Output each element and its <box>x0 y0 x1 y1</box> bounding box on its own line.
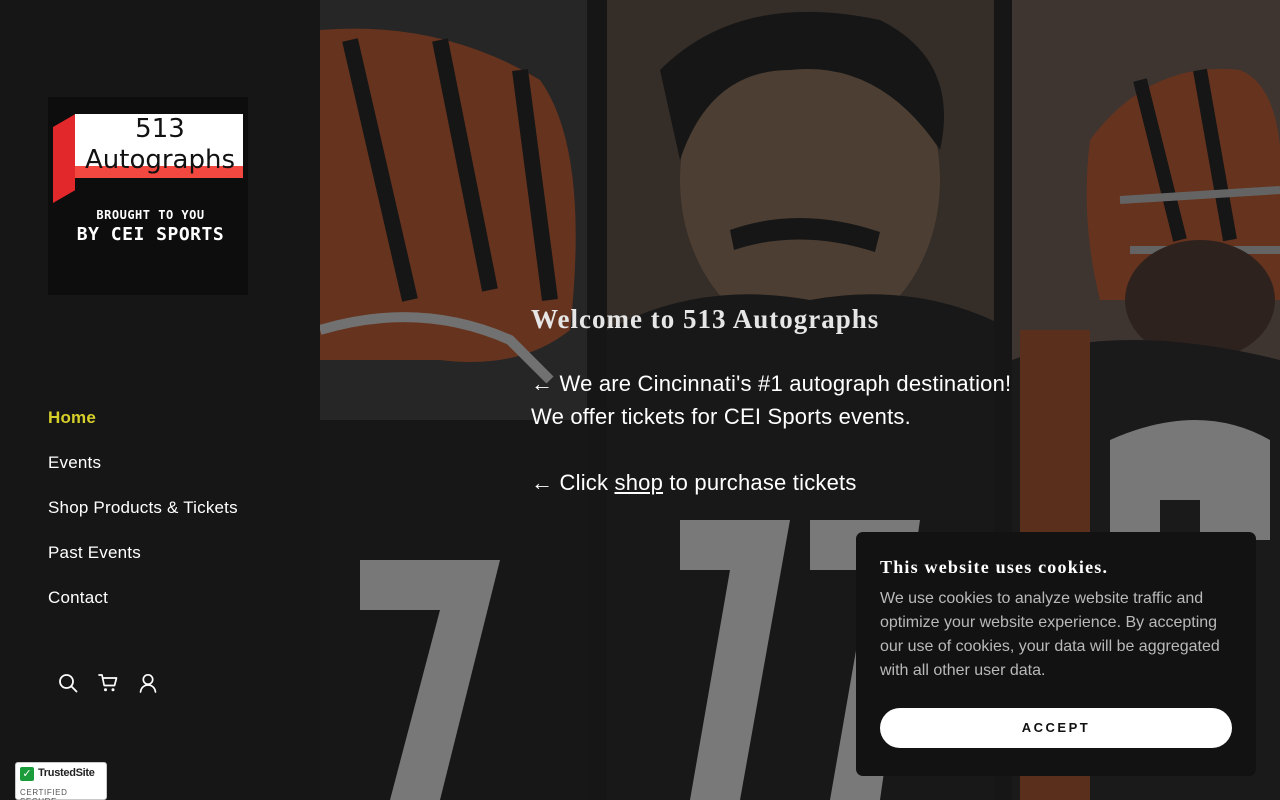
account-icon[interactable] <box>138 673 158 693</box>
logo-tagline: BROUGHT TO YOU BY CEI SPORTS <box>48 207 253 247</box>
main-nav: Home Events Shop Products & Tickets Past… <box>48 405 238 630</box>
hero-line-3-prefix: ← Click <box>531 470 615 495</box>
nav-item-contact[interactable]: Contact <box>48 585 238 630</box>
cookie-title: This website uses cookies. <box>880 557 1109 577</box>
hero-line-3-suffix: to purchase tickets <box>663 470 857 495</box>
logo-line-2: Autographs <box>84 145 236 175</box>
nav-item-home[interactable]: Home <box>48 405 238 450</box>
nav-item-events[interactable]: Events <box>48 450 238 495</box>
trustedsite-badge[interactable]: ✓ TrustedSite CERTIFIED SECURE <box>15 762 107 800</box>
badge-subtitle: CERTIFIED SECURE <box>20 788 68 800</box>
nav-item-past-events[interactable]: Past Events <box>48 540 238 585</box>
sidebar: 513 Autographs BROUGHT TO YOU BY CEI SPO… <box>0 0 320 800</box>
hero-line-2: We offer tickets for CEI Sports events. <box>531 404 911 429</box>
cookie-banner: This website uses cookies. We use cookie… <box>856 532 1256 776</box>
badge-title: TrustedSite <box>38 767 95 779</box>
search-icon[interactable] <box>58 673 78 693</box>
utility-icons <box>58 673 158 693</box>
accept-cookies-button[interactable]: ACCEPT <box>880 708 1232 748</box>
logo-tagline-1: BROUGHT TO YOU <box>96 208 205 222</box>
site-logo[interactable]: 513 Autographs BROUGHT TO YOU BY CEI SPO… <box>48 97 248 295</box>
shop-link[interactable]: shop <box>615 470 664 495</box>
hero-heading: Welcome to 513 Autographs <box>531 304 880 334</box>
hero-text-block-1: ← We are Cincinnati's #1 autograph desti… <box>531 367 1011 433</box>
cart-icon[interactable] <box>98 673 118 693</box>
logo-card: 513 Autographs <box>53 114 243 203</box>
logo-tagline-2: BY CEI SPORTS <box>76 224 225 245</box>
nav-item-shop[interactable]: Shop Products & Tickets <box>48 495 238 540</box>
hero-text-block-2: ← Click shop to purchase tickets <box>531 466 857 499</box>
check-icon: ✓ <box>20 767 34 781</box>
logo-line-1: 513 <box>135 114 185 144</box>
cookie-body: We use cookies to analyze website traffi… <box>880 590 1220 679</box>
hero-line-1: ← We are Cincinnati's #1 autograph desti… <box>531 371 1012 396</box>
